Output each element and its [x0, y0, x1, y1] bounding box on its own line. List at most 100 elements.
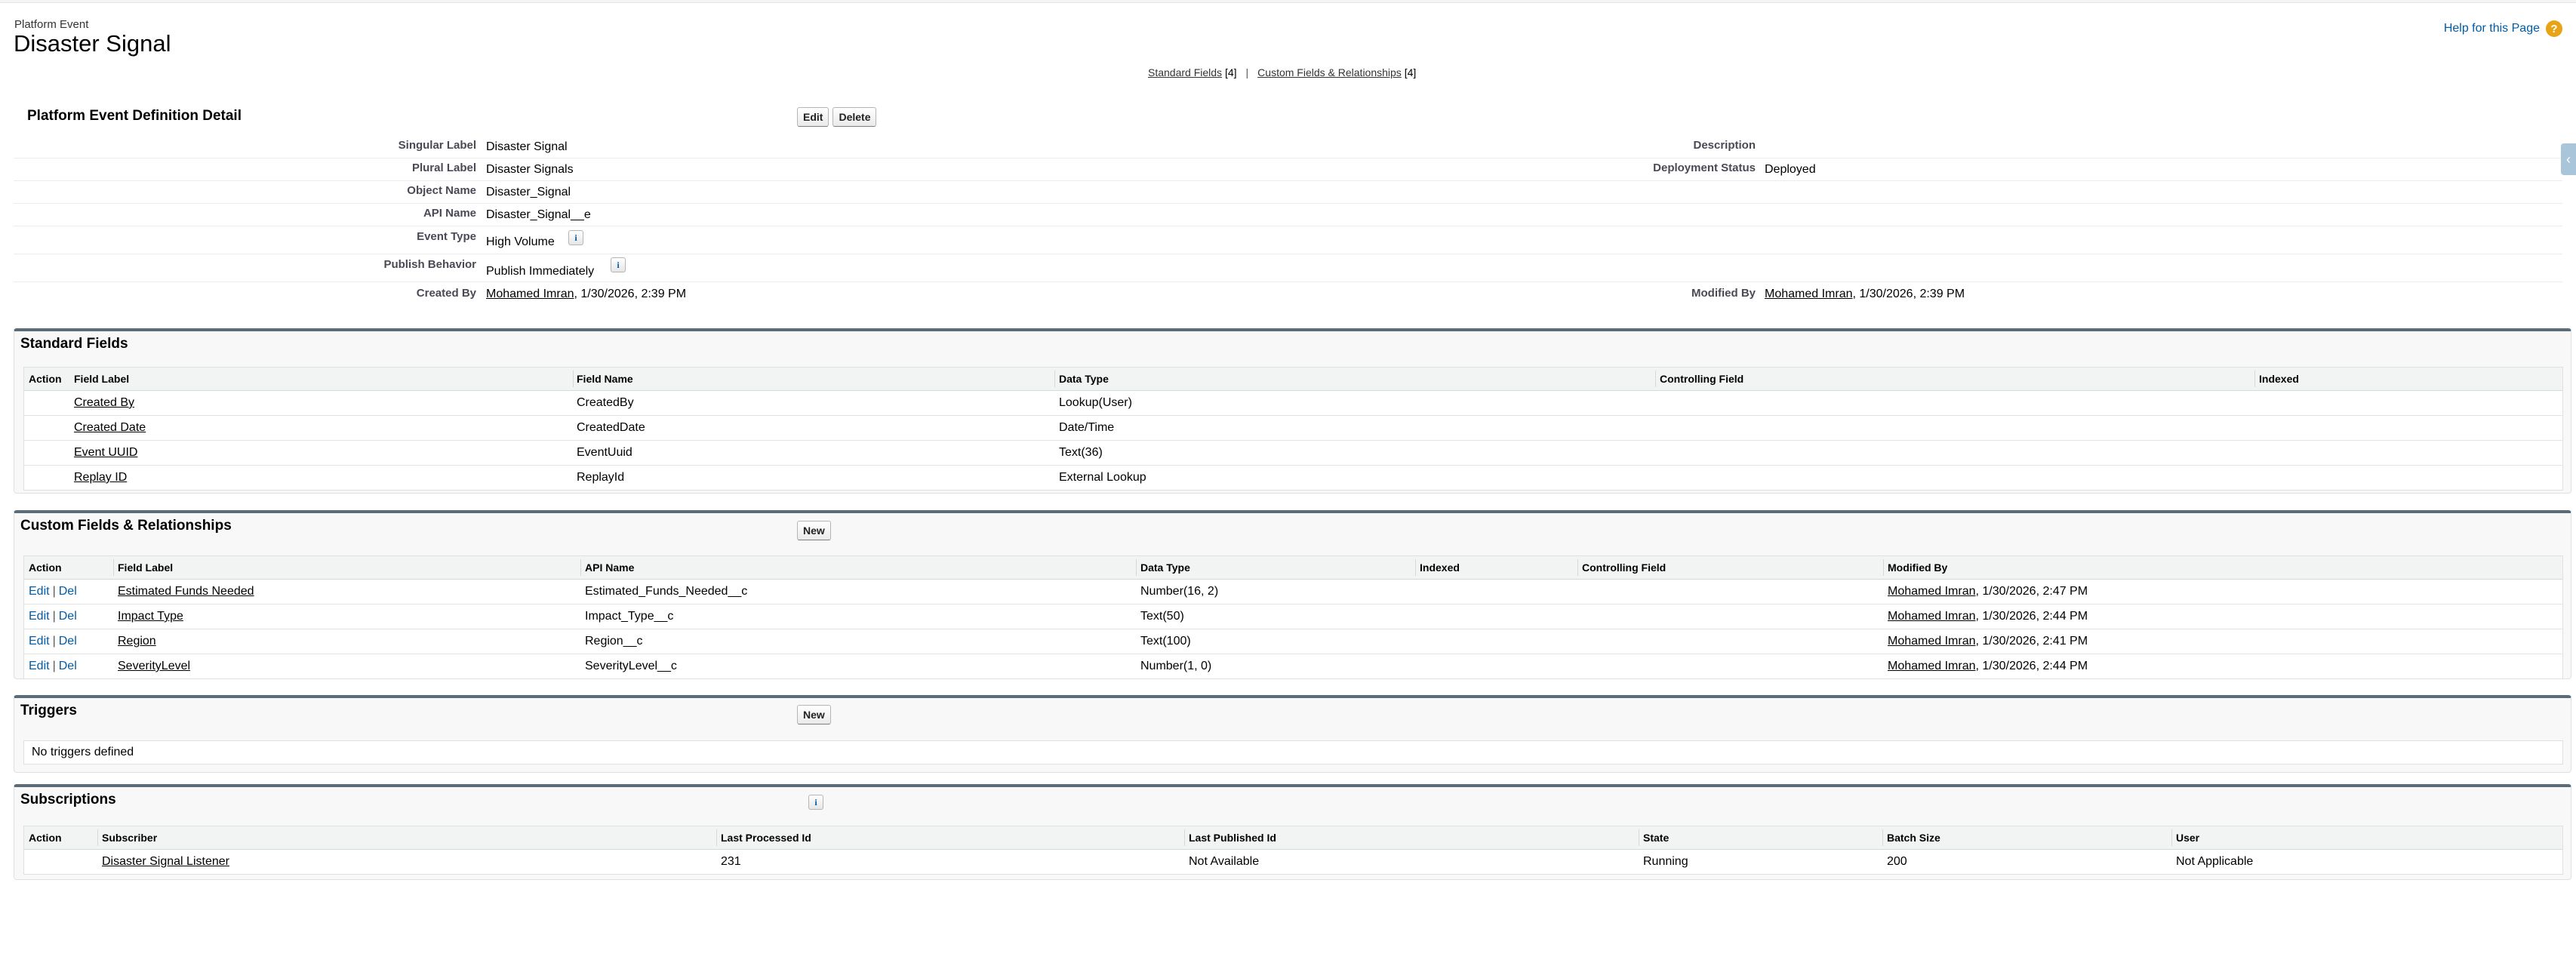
del-link[interactable]: Del [59, 635, 77, 648]
deployment-status-label: Deployment Status [1653, 162, 1756, 174]
created-by-date: , 1/30/2026, 2:39 PM [574, 288, 687, 300]
row-actions: Edit | Del [29, 635, 77, 648]
question-icon[interactable]: ? [2546, 20, 2562, 37]
user-link[interactable]: Mohamed Imran [1888, 585, 1976, 598]
field-label-link[interactable]: SeverityLevel [118, 660, 190, 673]
col-header: Action [29, 561, 62, 574]
section-title: Triggers [20, 703, 77, 718]
subscriber-link[interactable]: Disaster Signal Listener [102, 855, 229, 869]
del-link[interactable]: Del [59, 660, 77, 673]
data-type: Text(50) [1140, 610, 1184, 623]
del-link[interactable]: Del [59, 585, 77, 598]
info-icon[interactable]: i [808, 795, 823, 810]
section-title: Standard Fields [20, 336, 128, 352]
related-link-label[interactable]: Custom Fields & Relationships [1257, 66, 1402, 78]
new-custom-field-button[interactable]: New [797, 521, 831, 540]
col-header: Field Name [577, 373, 633, 385]
table-row: Created By CreatedBy Lookup(User) [24, 391, 2562, 416]
custom-fields-table: Action Field Label API Name Data Type In… [23, 555, 2563, 679]
col-header: Field Label [74, 373, 130, 385]
delete-button[interactable]: Delete [833, 107, 877, 127]
edit-link[interactable]: Edit [29, 660, 50, 673]
col-header: Controlling Field [1660, 373, 1744, 385]
detail-row-created-by: Created By Mohamed Imran, 1/30/2026, 2:3… [14, 281, 2562, 306]
modified-by: Mohamed Imran, 1/30/2026, 2:44 PM [1888, 660, 2088, 673]
col-header: Last Published Id [1189, 832, 1276, 844]
row-actions: Edit | Del [29, 585, 77, 598]
detail-heading: Platform Event Definition Detail [27, 108, 242, 124]
singular-label-label: Singular Label [398, 139, 476, 152]
new-trigger-button[interactable]: New [797, 705, 831, 724]
modified-by-label: Modified By [1691, 287, 1756, 300]
field-label-link[interactable]: Region [118, 635, 156, 648]
table-row: Replay ID ReplayId External Lookup [24, 466, 2562, 490]
del-link[interactable]: Del [59, 610, 77, 623]
info-icon[interactable]: i [568, 230, 583, 245]
standard-fields-table: Action Field Label Field Name Data Type … [23, 367, 2563, 491]
detail-row-publish-behavior: Publish Behavior Publish Immediately i [14, 254, 2562, 282]
detail-buttons: Edit Delete [797, 107, 877, 127]
api-name-value: Disaster_Signal__e [486, 208, 591, 221]
row-actions: Edit | Del [29, 660, 77, 673]
info-icon[interactable]: i [611, 257, 626, 272]
related-link-label[interactable]: Standard Fields [1148, 66, 1222, 78]
field-label-link[interactable]: Estimated Funds Needed [118, 585, 254, 598]
deployment-status-value: Deployed [1765, 163, 1816, 176]
help-link[interactable]: Help for this Page [2444, 22, 2540, 35]
table-row: Created Date CreatedDate Date/Time [24, 416, 2562, 441]
related-link-custom-fields[interactable]: Custom Fields & Relationships [4] [1257, 66, 1416, 78]
user-link[interactable]: Mohamed Imran [1888, 610, 1976, 623]
user-link[interactable]: Mohamed Imran [1888, 635, 1976, 648]
col-header: Field Label [118, 561, 174, 574]
section-title: Custom Fields & Relationships [20, 518, 232, 534]
user-link[interactable]: Mohamed Imran [1888, 660, 1976, 673]
custom-fields-section: Custom Fields & Relationships New Action… [14, 510, 2571, 679]
table-header: Action Subscriber Last Processed Id Last… [24, 826, 2562, 850]
user: Not Applicable [2176, 855, 2254, 868]
modified-by-user-link[interactable]: Mohamed Imran [1765, 288, 1853, 300]
plural-label-label: Plural Label [411, 162, 476, 174]
related-link-count: [4] [1224, 66, 1237, 78]
subscriptions-table: Action Subscriber Last Processed Id Last… [23, 826, 2563, 875]
object-name-value: Disaster_Signal [486, 186, 571, 198]
data-type: Text(100) [1140, 635, 1191, 648]
edit-link[interactable]: Edit [29, 585, 50, 598]
field-label-link[interactable]: Event UUID [74, 446, 137, 460]
section-title: Subscriptions [20, 792, 116, 808]
related-link-standard-fields[interactable]: Standard Fields [4] [1148, 66, 1237, 78]
edit-link[interactable]: Edit [29, 635, 50, 648]
table-header: Action Field Label API Name Data Type In… [24, 556, 2562, 580]
object-name-label: Object Name [407, 184, 476, 197]
edit-link[interactable]: Edit [29, 610, 50, 623]
state: Running [1643, 855, 1688, 868]
triggers-section: Triggers New No triggers defined [14, 695, 2571, 773]
col-header: Modified By [1888, 561, 1948, 574]
created-by-user-link[interactable]: Mohamed Imran [486, 288, 574, 300]
collapse-sidebar-tab[interactable]: ‹ [2561, 143, 2576, 175]
created-by-value: Mohamed Imran, 1/30/2026, 2:39 PM [486, 288, 686, 301]
data-type: Date/Time [1059, 421, 1115, 434]
modified-by: Mohamed Imran, 1/30/2026, 2:44 PM [1888, 610, 2088, 623]
batch-size: 200 [1887, 855, 1907, 868]
plural-label-value: Disaster Signals [486, 163, 574, 176]
last-published-id: Not Available [1189, 855, 1260, 868]
field-label-link[interactable]: Impact Type [118, 610, 183, 623]
col-header: User [2176, 832, 2200, 844]
col-header: Action [29, 373, 62, 385]
no-triggers-message: No triggers defined [23, 740, 2563, 764]
modified-by: Mohamed Imran, 1/30/2026, 2:47 PM [1888, 585, 2088, 598]
field-label-link[interactable]: Created Date [74, 421, 146, 435]
edit-button[interactable]: Edit [797, 107, 829, 127]
chevron-left-icon: ‹ [2566, 151, 2571, 167]
help-for-page[interactable]: Help for this Page ? [2444, 20, 2562, 37]
related-separator: | [1245, 66, 1249, 78]
top-border [0, 0, 2576, 3]
description-label: Description [1693, 139, 1756, 152]
table-row: Edit | Del Impact Type Impact_Type__c Text… [24, 605, 2562, 629]
col-header: API Name [585, 561, 635, 574]
detail-row-plural: Plural Label Disaster Signals Deployment… [14, 158, 2562, 181]
field-label-link[interactable]: Created By [74, 396, 134, 410]
api-name: SeverityLevel__c [585, 660, 677, 672]
field-label-link[interactable]: Replay ID [74, 471, 127, 485]
table-row: Edit | Del Estimated Funds Needed Estimate… [24, 580, 2562, 605]
